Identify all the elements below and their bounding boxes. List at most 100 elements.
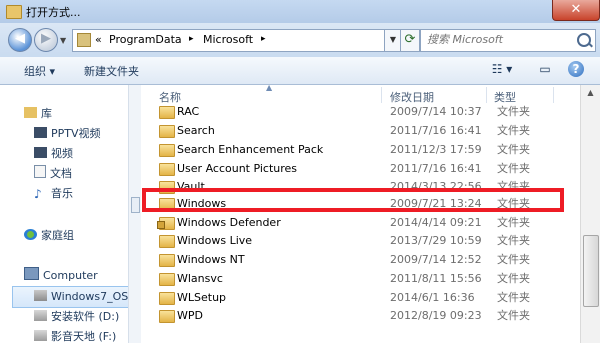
help-button[interactable]: ? [568,61,584,77]
nav-item-pptv-video[interactable]: PPTV视频 [34,125,101,143]
new-folder-button[interactable]: 新建文件夹 [84,63,139,79]
library-icon [24,107,37,118]
file-date: 2012/8/19 09:23 [390,309,482,322]
file-date: 2009/7/14 10:37 [390,105,482,118]
computer-icon [24,267,39,280]
file-list: ▲ 名称 修改日期 类型 RAC 2009/7/14 10:37 文件夹 Sea… [141,83,579,343]
folder-icon [159,106,175,119]
search-icon[interactable] [577,33,591,47]
file-type: 文件夹 [497,309,530,322]
forward-button[interactable]: ▶ [34,28,58,52]
breadcrumb-programdata[interactable]: ProgramData [109,33,182,46]
sort-ascending-icon: ▲ [266,83,273,92]
folder-icon [159,292,175,305]
column-divider[interactable] [553,87,554,103]
recent-pages-dropdown-icon[interactable]: ▼ [60,36,66,45]
folder-icon [159,125,175,138]
folder-icon [159,254,175,267]
folder-icon [159,163,175,176]
change-view-button[interactable]: ☷ ▾ [484,61,520,79]
video-library-icon [34,147,47,158]
file-name: Search [177,124,215,137]
nav-item-libraries[interactable]: 库 [24,105,52,123]
nav-item-label: PPTV视频 [51,127,101,140]
list-item[interactable]: Windows Defender 2014/4/14 09:21 文件夹 [155,213,563,232]
nav-item-label: 家庭组 [41,229,74,242]
window-title: 打开方式... [26,6,81,19]
back-button[interactable]: ◀ [8,28,32,52]
file-name: WPD [177,309,203,322]
refresh-button[interactable]: ⟳ [400,29,420,52]
pane-splitter[interactable] [128,85,141,343]
list-item[interactable]: Wlansvc 2011/8/11 15:56 文件夹 [155,269,563,288]
nav-item-drive-d[interactable]: 安装软件 (D:) [34,308,119,326]
splitter-grip[interactable] [131,197,140,213]
list-item[interactable]: Windows NT 2009/7/14 12:52 文件夹 [155,250,563,269]
nav-item-documents[interactable]: 文档 [34,165,72,183]
file-type: 文件夹 [497,143,530,156]
window-icon [6,5,22,19]
file-name: RAC [177,105,200,118]
breadcrumb-chevron-icon[interactable]: ▸ [189,34,194,44]
address-bar[interactable]: « ProgramData ▸ Microsoft ▸ [72,29,386,52]
preview-pane-button[interactable]: ▭ [536,61,554,79]
file-name: Search Enhancement Pack [177,143,324,156]
file-date: 2009/7/14 12:52 [390,253,482,266]
nav-item-drive-f[interactable]: 影音天地 (F:) [34,328,116,346]
search-input[interactable] [425,32,569,47]
folder-icon [159,144,175,157]
list-item[interactable]: Search 2011/7/16 16:41 文件夹 [155,121,563,140]
organize-menu-button[interactable]: 组织 ▾ [24,63,55,79]
search-box[interactable] [420,29,596,52]
list-item[interactable]: WPD 2012/8/19 09:23 文件夹 [155,306,563,325]
title-bar: 打开方式... ✕ [0,0,600,23]
file-date: 2011/7/16 16:41 [390,162,482,175]
nav-item-label: 安装软件 (D:) [51,310,120,323]
list-item[interactable]: User Account Pictures 2011/7/16 16:41 文件… [155,159,563,178]
scroll-up-icon[interactable]: ▲ [581,85,600,101]
address-bar-row: ◀ ▶ ▼ « ProgramData ▸ Microsoft ▸ ▼ ⟳ [0,23,600,57]
nav-item-computer[interactable]: Computer [24,267,98,285]
file-name: User Account Pictures [177,162,298,175]
file-type: 文件夹 [497,216,530,229]
folder-icon [159,310,175,323]
file-date: 2013/7/29 10:59 [390,234,482,247]
breadcrumb-overflow[interactable]: « [95,33,102,46]
file-name: Wlansvc [177,272,223,285]
nav-item-label: Windows7_OS [51,290,129,303]
column-divider[interactable] [381,87,382,103]
file-type: 文件夹 [497,253,530,266]
nav-item-windows7-os[interactable]: Windows7_OS [34,288,128,306]
list-item[interactable]: Windows Live 2013/7/29 10:59 文件夹 [155,231,563,250]
nav-item-label: 视频 [51,147,73,160]
list-item[interactable]: WLSetup 2014/6/1 16:36 文件夹 [155,288,563,307]
file-name: Windows Live [177,234,253,247]
homegroup-icon [24,229,37,240]
folder-icon [77,33,91,47]
music-icon: ♪ [34,187,42,201]
scrollbar-thumb[interactable] [583,235,599,307]
breadcrumb-microsoft[interactable]: Microsoft [203,33,253,46]
breadcrumb-chevron-icon[interactable]: ▸ [261,34,266,44]
file-name: WLSetup [177,291,227,304]
nav-item-label: 库 [41,107,52,120]
file-type: 文件夹 [497,124,530,137]
column-divider[interactable] [486,87,487,103]
file-date: 2011/7/16 16:41 [390,124,482,137]
list-item[interactable]: RAC 2009/7/14 10:37 文件夹 [155,102,563,121]
close-button[interactable]: ✕ [552,0,600,21]
nav-item-music[interactable]: ♪ 音乐 [34,185,73,203]
locked-folder-icon [157,217,175,230]
documents-icon [34,165,46,178]
file-type: 文件夹 [497,162,530,175]
file-type: 文件夹 [497,234,530,247]
file-type: 文件夹 [497,272,530,285]
nav-item-label: 文档 [50,167,72,180]
nav-item-label: 音乐 [51,187,73,200]
video-library-icon [34,127,47,138]
vertical-scrollbar[interactable]: ▲ [580,85,600,343]
nav-item-homegroup[interactable]: 家庭组 [24,227,74,245]
nav-item-video[interactable]: 视频 [34,145,73,163]
file-date: 2014/6/1 16:36 [390,291,475,304]
list-item[interactable]: Search Enhancement Pack 2011/12/3 17:59 … [155,140,563,159]
